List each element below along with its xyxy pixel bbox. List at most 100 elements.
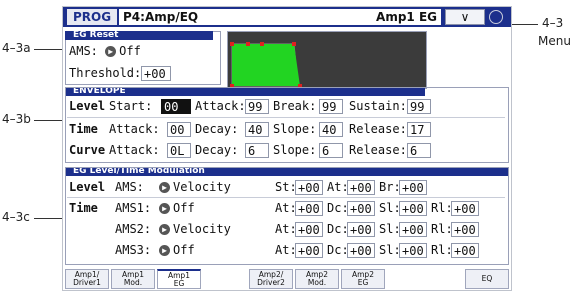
popup-icon: ▶ [159,203,170,214]
ams2-rl-field[interactable]: +00 [451,222,479,237]
ams3-dc-field[interactable]: +00 [347,243,375,258]
ams2-dc-field[interactable]: +00 [347,222,375,237]
mod-time-ams1-popup[interactable]: ▶ Off [159,200,195,216]
eg-fill-outline [232,44,300,86]
mode-label: PROG [67,9,118,25]
tab-label-line1: EQ [481,274,493,283]
current-tab-name: Amp1 EG [376,10,437,24]
annotation-line [34,120,64,121]
ams1-sl-label: Sl: [379,201,401,215]
mod-level-row-label: Level [69,180,106,194]
threshold-field[interactable]: +00 [141,66,171,81]
annotation-line [34,218,64,219]
ams2-at-field[interactable]: +00 [295,222,323,237]
tab-amp1-eg[interactable]: Amp1 EG [157,269,201,289]
annotation-menu-label: Menu [538,34,571,48]
time-attack-label: Attack: [109,122,160,136]
annotation-menu: 4–3 [542,16,564,30]
time-decay-label: Decay: [195,122,239,136]
curve-attack-field[interactable]: 0L [167,143,191,158]
eg-graph [227,31,427,89]
annotation-eg-reset: 4–3a [2,41,31,55]
ams1-dc-field[interactable]: +00 [347,201,375,216]
eg-point [230,42,234,46]
level-sustain-field[interactable]: 99 [407,99,431,114]
time-release-field[interactable]: 17 [407,122,431,137]
popup-icon: ▶ [159,182,170,193]
ams1-rl-field[interactable]: +00 [451,201,479,216]
ams3-dc-label: Dc: [327,243,349,257]
mod-level-ams-popup[interactable]: ▶ Velocity [159,179,231,195]
ams1-rl-label: Rl: [431,201,453,215]
mod-time-ams2-value[interactable]: Velocity [173,222,231,236]
tab-amp2-driver2[interactable]: Amp2/Driver2 [249,269,293,289]
ams3-at-field[interactable]: +00 [295,243,323,258]
mod-level-at-field[interactable]: +00 [347,180,375,195]
tab-label-line2: EG [173,279,185,288]
curve-release-label: Release: [349,143,407,157]
envelope-level-row-label: Level [69,99,106,113]
ams2-rl-label: Rl: [431,222,453,236]
time-slope-label: Slope: [273,122,317,136]
level-sustain-label: Sustain: [349,99,407,113]
ams1-sl-field[interactable]: +00 [399,201,427,216]
level-break-label: Break: [273,99,317,113]
mod-level-br-field[interactable]: +00 [399,180,427,195]
annotation-line [512,24,538,25]
eg-point [246,42,250,46]
tab-amp2-eg[interactable]: Amp2 EG [341,269,385,289]
popup-icon: ▶ [159,245,170,256]
mod-level-ams-label: AMS: [115,180,144,194]
page-name: P4:Amp/EQ [123,10,199,24]
ams1-at-field[interactable]: +00 [295,201,323,216]
mod-time-ams2-label: AMS2: [115,222,152,236]
tab-amp1-driver1[interactable]: Amp1/Driver1 [65,269,109,289]
ams3-rl-label: Rl: [431,243,453,257]
curve-slope-field[interactable]: 6 [319,143,343,158]
time-release-label: Release: [349,122,407,136]
time-attack-field[interactable]: 00 [167,122,191,137]
curve-release-field[interactable]: 6 [407,143,431,158]
level-break-field[interactable]: 99 [319,99,343,114]
tab-label-line2: Mod. [307,278,327,287]
mod-time-row-label: Time [69,201,98,215]
eg-point [260,42,264,46]
tab-eq[interactable]: EQ [465,269,509,289]
eg-point [292,42,296,46]
level-attack-field[interactable]: 99 [245,99,269,114]
mod-level-at-label: At: [327,180,349,194]
annotation-line [34,49,64,50]
page-title: P4:Amp/EQ Amp1 EG [119,9,441,25]
ams3-rl-field[interactable]: +00 [451,243,479,258]
threshold-label: Threshold: [69,66,142,80]
ams2-sl-label: Sl: [379,222,401,236]
mod-time-ams3-label: AMS3: [115,243,152,257]
tab-label-line2: EG [357,278,369,287]
time-slope-field[interactable]: 40 [319,122,343,137]
envelope-curve-row-label: Curve [69,143,106,157]
curve-decay-label: Decay: [195,143,239,157]
ams-label: AMS: ▶ Off [69,43,141,59]
ams-label-text: AMS: [69,44,98,58]
ams3-sl-field[interactable]: +00 [399,243,427,258]
level-start-field[interactable]: 00 [161,99,191,114]
mod-time-ams3-value[interactable]: Off [173,243,195,257]
ams2-sl-field[interactable]: +00 [399,222,427,237]
annotation-modulation: 4–3c [2,210,30,224]
annotation-envelope: 4–3b [2,112,31,126]
time-decay-field[interactable]: 40 [245,122,269,137]
page-menu-button[interactable]: ∨ [445,9,485,25]
mod-time-ams2-popup[interactable]: ▶ Velocity [159,221,231,237]
mod-level-st-field[interactable]: +00 [295,180,323,195]
mod-level-ams-value[interactable]: Velocity [173,180,231,194]
mod-time-ams1-value[interactable]: Off [173,201,195,215]
tab-amp1-mod[interactable]: Amp1 Mod. [111,269,155,289]
mod-time-ams3-popup[interactable]: ▶ Off [159,242,195,258]
tab-amp2-mod[interactable]: Amp2 Mod. [295,269,339,289]
ams-value[interactable]: Off [119,44,141,58]
popup-icon: ▶ [159,224,170,235]
mod-level-br-label: Br: [379,180,401,194]
ams3-at-label: At: [275,243,297,257]
curve-attack-label: Attack: [109,143,160,157]
curve-decay-field[interactable]: 6 [245,143,269,158]
